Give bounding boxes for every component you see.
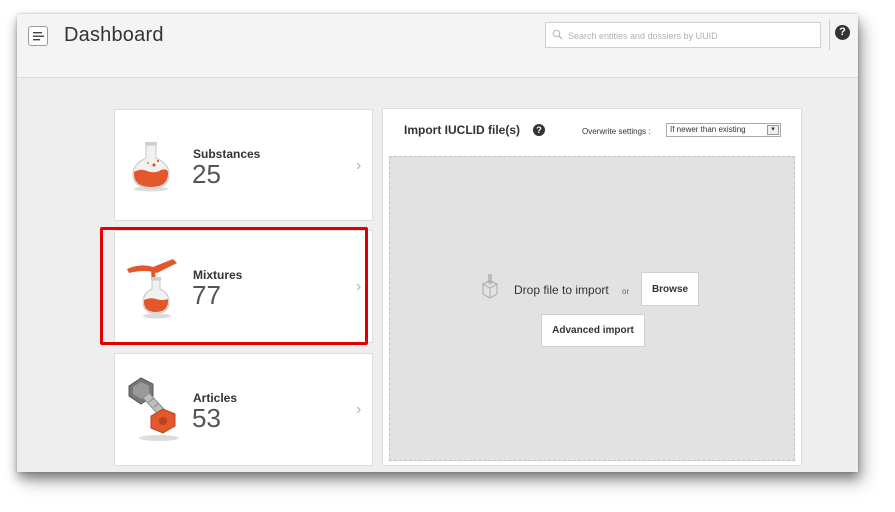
substances-card[interactable]: Substances 25 › [114, 109, 373, 221]
page-title: Dashboard [64, 24, 164, 46]
hamburger-icon [33, 32, 44, 41]
app-window: Dashboard ? Substances 25 › [17, 14, 858, 472]
browse-button[interactable]: Browse [641, 272, 699, 306]
chevron-down-icon: ▾ [767, 125, 779, 135]
import-panel: Import IUCLID file(s) ? Overwrite settin… [382, 108, 802, 466]
or-text: or [622, 287, 630, 296]
flask-icon [132, 142, 170, 192]
overwrite-settings-select[interactable]: If newer than existing ▾ [666, 123, 781, 137]
overwrite-settings-value: If newer than existing [670, 125, 746, 134]
bolt-nut-icon [128, 377, 179, 441]
mixtures-highlight-box [100, 227, 368, 345]
search-box[interactable] [545, 22, 821, 48]
menu-button[interactable] [28, 26, 48, 46]
help-icon[interactable]: ? [533, 124, 545, 136]
advanced-import-button[interactable]: Advanced import [541, 314, 645, 347]
top-bar: Dashboard ? [17, 14, 858, 78]
chevron-right-icon: › [356, 157, 362, 174]
overwrite-settings-label: Overwrite settings : [582, 127, 651, 136]
substances-count: 25 [192, 159, 221, 189]
search-input[interactable] [566, 26, 815, 46]
articles-card[interactable]: Articles 53 › [114, 353, 373, 466]
header-divider [829, 20, 830, 50]
drop-file-text: Drop file to import [514, 283, 609, 297]
chevron-right-icon: › [356, 401, 362, 418]
articles-count: 53 [192, 403, 221, 433]
import-title: Import IUCLID file(s) [404, 123, 520, 137]
help-icon[interactable]: ? [835, 25, 850, 40]
search-icon [552, 29, 563, 40]
file-drop-zone[interactable]: Drop file to import or Browse Advanced i… [389, 156, 795, 461]
file-drop-icon [482, 274, 498, 299]
